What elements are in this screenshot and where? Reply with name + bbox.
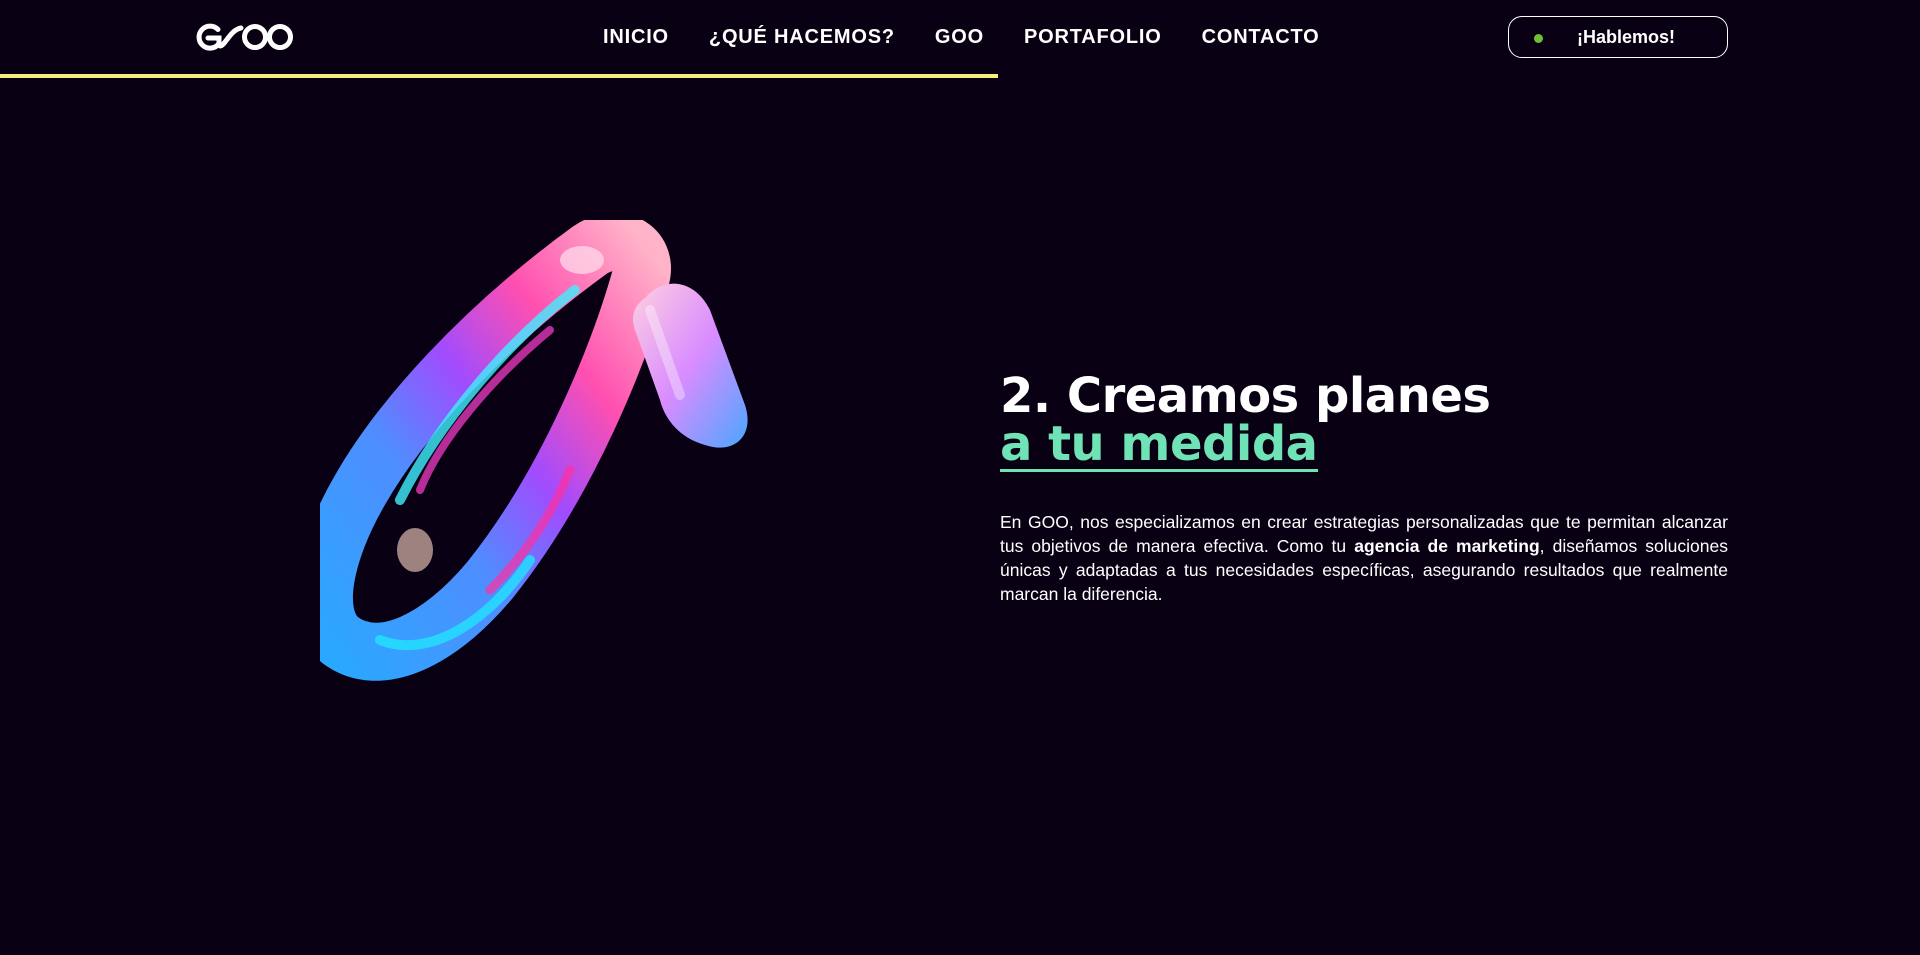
nav-item-portafolio[interactable]: PORTAFOLIO [1024,22,1162,52]
section-title-line1: 2. Creamos planes [1000,368,1491,424]
nav-item-goo[interactable]: GOO [935,22,984,52]
description-bold: agencia de marketing [1354,536,1540,556]
section-description: En GOO, nos especializamos en crear estr… [1000,510,1728,606]
main-nav: INICIO ¿QUÉ HACEMOS? GOO PORTAFOLIO CONT… [603,22,1319,52]
section-title: 2. Creamos planes a tu medida [1000,372,1760,472]
hablemos-button[interactable]: ¡Hablemos! [1508,16,1728,58]
nav-item-inicio[interactable]: INICIO [603,22,669,52]
scroll-progress-fill [0,74,999,78]
section-title-line2: a tu medida [1000,416,1318,472]
nav-item-que-hacemos[interactable]: ¿QUÉ HACEMOS? [709,22,895,52]
iridescent-loop-icon [320,220,748,681]
nav-item-contacto[interactable]: CONTACTO [1202,22,1320,52]
status-dot-icon [1534,34,1543,43]
site-header: INICIO ¿QUÉ HACEMOS? GOO PORTAFOLIO CONT… [0,0,1920,78]
scroll-progress-bar [0,74,1920,78]
goo-logo[interactable] [192,22,294,52]
hablemos-label: ¡Hablemos! [1576,26,1675,47]
